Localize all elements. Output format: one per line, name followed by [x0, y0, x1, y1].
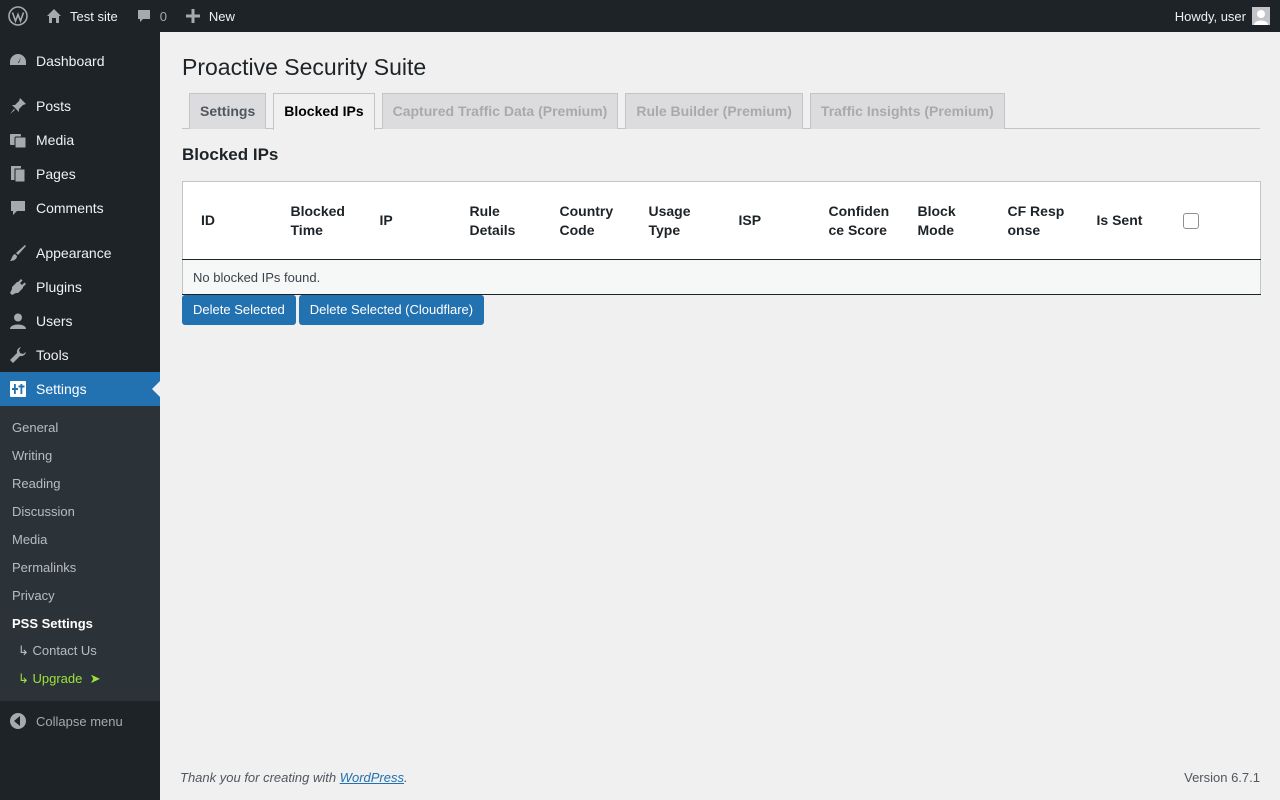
sidebar-item-label: Plugins [36, 279, 82, 295]
column-header-ip: IP [361, 181, 452, 260]
column-header-confidence-score: Confidence Score [810, 181, 900, 260]
sidebar-item-appearance[interactable]: Appearance [0, 236, 160, 270]
wordpress-link[interactable]: WordPress [340, 770, 404, 785]
submenu-contact-us[interactable]: ↳ Contact Us [0, 637, 160, 665]
tab-settings[interactable]: Settings [189, 93, 267, 129]
wordpress-logo-icon[interactable] [0, 0, 36, 32]
site-name: Test site [70, 8, 118, 24]
submenu-media[interactable]: Media [0, 525, 160, 553]
bulk-actions: Delete Selected Delete Selected (Cloudfl… [182, 295, 1260, 325]
sidebar-item-label: Users [36, 313, 73, 329]
home-icon [44, 6, 64, 26]
comment-icon [0, 199, 36, 217]
column-header-isp: ISP [720, 181, 811, 260]
table-row: No blocked IPs found. [182, 259, 1261, 295]
sidebar-item-label: Comments [36, 200, 104, 216]
pages-icon [0, 165, 36, 183]
plugin-tabs: Settings Blocked IPs Captured Traffic Da… [182, 93, 1260, 130]
sidebar-item-label: Dashboard [36, 53, 105, 69]
footer-thanks-prefix: Thank you for creating with [180, 770, 340, 785]
settings-submenu: General Writing Reading Discussion Media… [0, 406, 160, 701]
pin-icon [0, 97, 36, 115]
submenu-privacy[interactable]: Privacy [0, 581, 160, 609]
avatar [1252, 7, 1270, 25]
brush-icon [0, 244, 36, 262]
sidebar-item-label: Media [36, 132, 75, 148]
column-header-id: ID [182, 181, 273, 260]
wrench-icon [0, 346, 36, 364]
column-header-block-mode: Block Mode [899, 181, 990, 260]
collapse-menu-button[interactable]: Collapse menu [0, 704, 160, 738]
select-all-cell [1168, 181, 1261, 260]
section-title: Blocked IPs [182, 145, 279, 164]
submenu-reading[interactable]: Reading [0, 469, 160, 497]
sidebar-item-dashboard[interactable]: Dashboard [0, 44, 160, 78]
column-header-country-code: Country Code [541, 181, 631, 260]
sidebar-item-plugins[interactable]: Plugins [0, 270, 160, 304]
tab-blocked-ips[interactable]: Blocked IPs [273, 93, 375, 130]
submenu-upgrade[interactable]: ↳ Upgrade ➤ [0, 665, 160, 693]
admin-footer: Thank you for creating with WordPress. V… [180, 770, 1260, 785]
column-header-blocked-time: Blocked Time [272, 181, 362, 260]
tab-rule-builder[interactable]: Rule Builder (Premium) [625, 93, 803, 129]
collapse-label: Collapse menu [36, 713, 123, 729]
sidebar-item-settings[interactable]: Settings [0, 372, 160, 406]
sidebar-item-label: Pages [36, 166, 76, 182]
column-header-cf-response: CF Response [989, 181, 1079, 260]
plus-icon [183, 6, 203, 26]
tab-captured-traffic-data[interactable]: Captured Traffic Data (Premium) [381, 93, 619, 129]
delete-selected-cloudflare-button[interactable]: Delete Selected (Cloudflare) [298, 295, 485, 325]
user-icon [0, 312, 36, 330]
column-header-rule-details: Rule Details [451, 181, 542, 260]
sidebar-item-comments[interactable]: Comments [0, 191, 160, 225]
media-icon [0, 131, 36, 149]
footer-thanks: Thank you for creating with WordPress. [180, 770, 408, 785]
sidebar-item-label: Posts [36, 98, 72, 114]
sidebar-item-posts[interactable]: Posts [0, 89, 160, 123]
submenu-writing[interactable]: Writing [0, 441, 160, 469]
admin-sidebar: Dashboard Posts Media Pages Comments App… [0, 32, 160, 800]
sidebar-item-label: Tools [36, 347, 69, 363]
select-all-checkbox[interactable] [1182, 213, 1199, 230]
submenu-pss-settings[interactable]: PSS Settings [0, 609, 160, 637]
admin-bar: Test site 0 New Howdy, user [0, 0, 1280, 32]
sidebar-item-pages[interactable]: Pages [0, 157, 160, 191]
empty-message: No blocked IPs found. [182, 259, 1261, 295]
tab-traffic-insights[interactable]: Traffic Insights (Premium) [809, 93, 1005, 129]
plug-icon [0, 278, 36, 296]
footer-version: Version 6.7.1 [1184, 770, 1260, 785]
submenu-general[interactable]: General [0, 413, 160, 441]
main-content: Proactive Security Suite Settings Blocke… [182, 32, 1261, 325]
column-header-is-sent: Is Sent [1078, 181, 1169, 260]
settings-icon [0, 380, 36, 398]
comment-count: 0 [159, 8, 167, 24]
sidebar-item-label: Appearance [36, 245, 112, 261]
sidebar-item-label: Settings [36, 381, 87, 397]
my-account-link[interactable]: Howdy, user [1167, 0, 1280, 32]
delete-selected-button[interactable]: Delete Selected [182, 295, 296, 325]
site-name-link[interactable]: Test site [36, 0, 126, 32]
sidebar-item-tools[interactable]: Tools [0, 338, 160, 372]
dashboard-icon [0, 52, 36, 70]
submenu-discussion[interactable]: Discussion [0, 497, 160, 525]
submenu-permalinks[interactable]: Permalinks [0, 553, 160, 581]
footer-thanks-suffix: . [404, 770, 408, 785]
table-header-row: ID Blocked Time IP Rule Details Country … [182, 181, 1261, 260]
new-content-link[interactable]: New [175, 0, 243, 32]
comment-icon [134, 6, 154, 26]
sidebar-item-media[interactable]: Media [0, 123, 160, 157]
greeting: Howdy, user [1174, 8, 1246, 24]
sidebar-item-users[interactable]: Users [0, 304, 160, 338]
new-label: New [208, 8, 235, 24]
comments-link[interactable]: 0 [126, 0, 175, 32]
collapse-arrow-icon [0, 712, 36, 730]
column-header-usage-type: Usage Type [630, 181, 721, 260]
blocked-ips-table: ID Blocked Time IP Rule Details Country … [182, 181, 1261, 295]
page-title: Proactive Security Suite [182, 54, 427, 80]
